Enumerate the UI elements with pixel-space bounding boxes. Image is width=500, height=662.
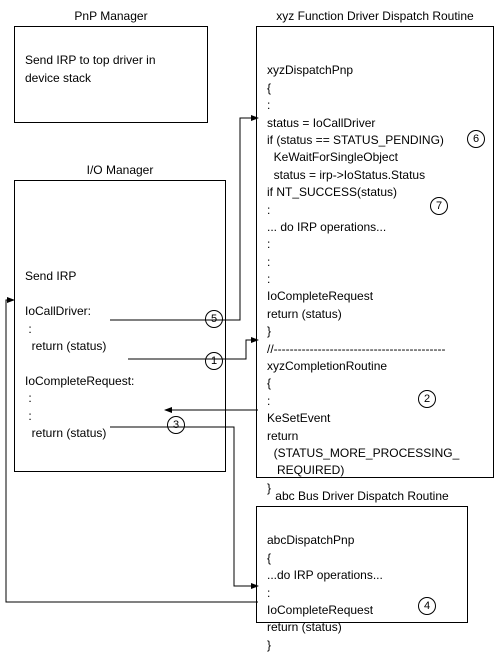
f-l22: return [267, 429, 298, 443]
f-l12: : [267, 255, 270, 269]
f-l16: } [267, 324, 271, 338]
step-1: 1 [205, 352, 223, 370]
f-l2: { [267, 81, 271, 95]
io-content: Send IRP IoCallDriver: : return (status)… [15, 181, 225, 450]
f-l1: xyzDispatchPnp [267, 63, 353, 77]
b-l3: ...do IRP operations... [267, 568, 383, 582]
b-l6: return (status) [267, 620, 342, 634]
f-l4: status = IoCallDriver [267, 116, 375, 130]
f-l18: xyzCompletionRoutine [267, 359, 387, 373]
pnp-manager-box: PnP Manager Send IRP to top driver in de… [14, 26, 208, 123]
b-l4: : [267, 586, 270, 600]
pnp-content: Send IRP to top driver in device stack [15, 27, 207, 95]
f-l9: : [267, 203, 270, 217]
step-5: 5 [205, 310, 223, 328]
step-7: 7 [430, 197, 448, 215]
io-l1: Send IRP [25, 269, 76, 283]
io-title: I/O Manager [15, 163, 225, 177]
f-l14: IoCompleteRequest [267, 289, 373, 303]
f-l3: : [267, 98, 270, 112]
io-l4: return (status) [25, 339, 106, 353]
func-content: xyzDispatchPnp { : status = IoCallDriver… [257, 27, 493, 505]
b-l1: abcDispatchPnp [267, 533, 354, 547]
f-l24: REQUIRED) [267, 463, 344, 477]
f-l7: status = irp->IoStatus.Status [267, 168, 425, 182]
io-l6: : [25, 391, 32, 405]
io-l7: : [25, 409, 32, 423]
f-l8: if NT_SUCCESS(status) [267, 185, 397, 199]
io-l5: IoCompleteRequest: [25, 374, 134, 388]
pnp-title: PnP Manager [15, 9, 207, 23]
f-l15: return (status) [267, 307, 342, 321]
f-l10: ... do IRP operations... [267, 220, 386, 234]
step-6: 6 [467, 130, 485, 148]
bus-title: abc Bus Driver Dispatch Routine [257, 489, 467, 503]
io-l3: : [25, 322, 32, 336]
func-title: xyz Function Driver Dispatch Routine [257, 9, 493, 23]
bus-content: abcDispatchPnp { ...do IRP operations...… [257, 507, 467, 662]
bus-driver-box: abc Bus Driver Dispatch Routine abcDispa… [256, 506, 468, 623]
f-l13: : [267, 272, 270, 286]
b-l2: { [267, 551, 271, 565]
f-l20: : [267, 394, 270, 408]
step-3: 3 [167, 416, 185, 434]
io-l2: IoCallDriver: [25, 304, 91, 318]
f-l21: KeSetEvent [267, 411, 330, 425]
step-4: 4 [418, 597, 436, 615]
io-manager-box: I/O Manager Send IRP IoCallDriver: : ret… [14, 180, 226, 472]
io-l8: return (status) [25, 426, 106, 440]
f-l19: { [267, 376, 271, 390]
f-l5: if (status == STATUS_PENDING) [267, 133, 444, 147]
b-l5: IoCompleteRequest [267, 603, 373, 617]
f-l23: (STATUS_MORE_PROCESSING_ [267, 446, 459, 460]
f-l11: : [267, 237, 270, 251]
f-l6: KeWaitForSingleObject [267, 150, 398, 164]
func-driver-box: xyz Function Driver Dispatch Routine xyz… [256, 26, 494, 478]
step-2: 2 [418, 390, 436, 408]
b-l7: } [267, 638, 271, 652]
f-l17: //--------------------------------------… [267, 342, 446, 356]
